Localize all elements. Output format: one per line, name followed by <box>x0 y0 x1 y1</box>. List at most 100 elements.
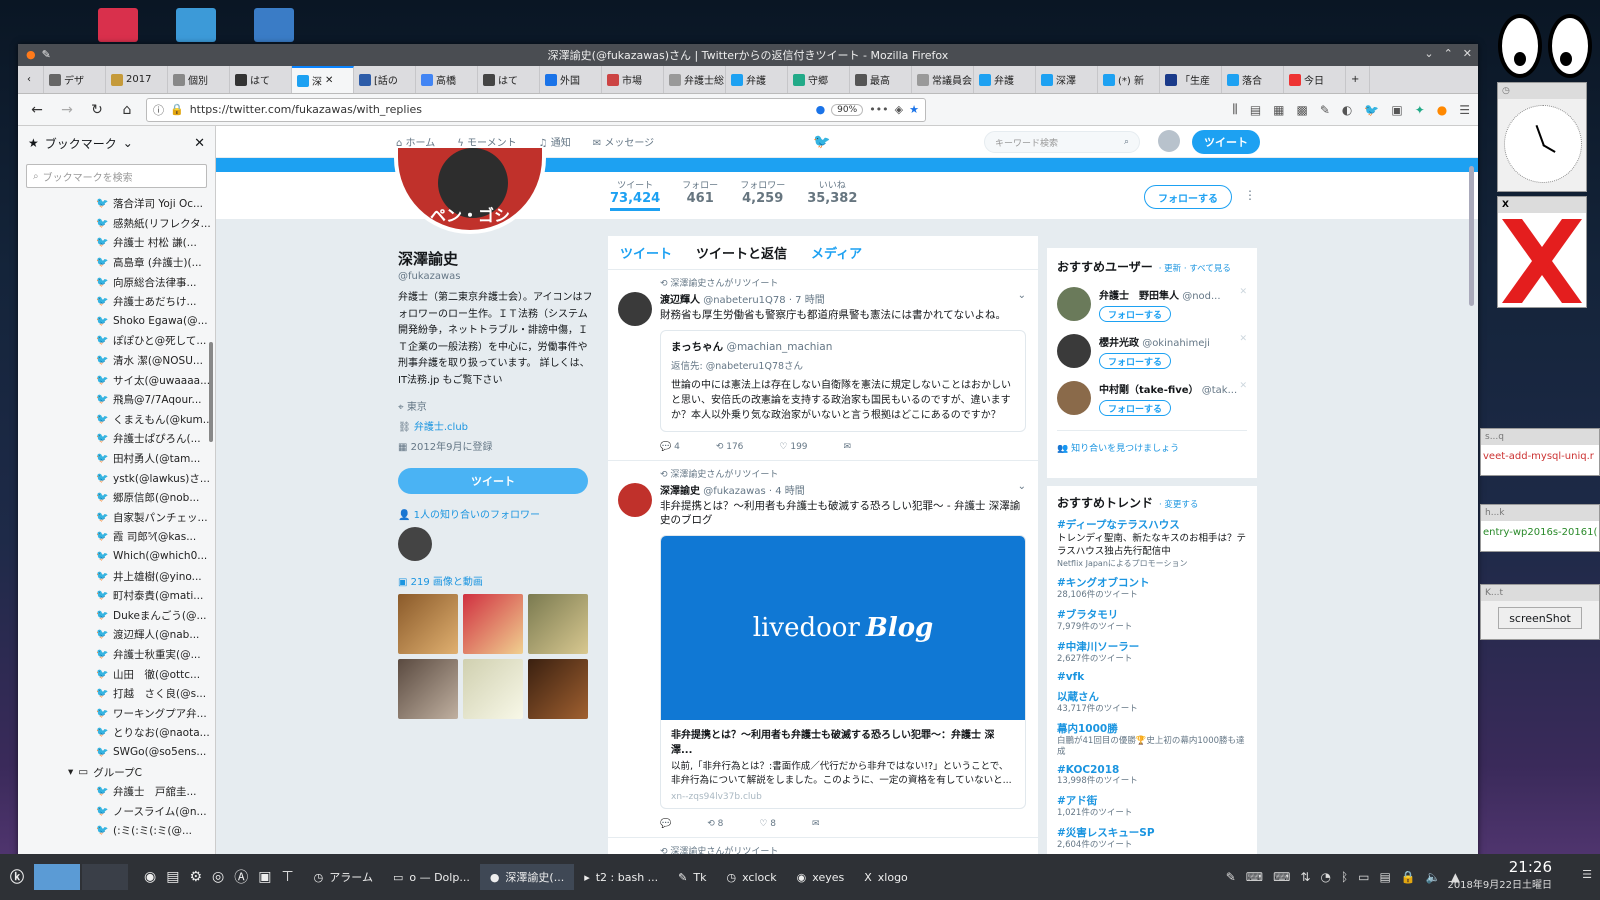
pager[interactable] <box>34 864 128 890</box>
trend-name[interactable]: #アド街 <box>1057 793 1247 808</box>
app-launcher-icon[interactable]: ◉ <box>144 869 156 885</box>
bookmark-item[interactable]: 🐦 弁護士あだちけ... <box>18 292 215 312</box>
bookmark-item[interactable]: 🐦 田村勇人(@tam... <box>18 449 215 469</box>
profile-website[interactable]: ⛓ 弁護士.club <box>398 418 594 438</box>
xlogo-titlebar[interactable]: X <box>1498 197 1586 213</box>
quicklaunch-icons[interactable]: ◉ ▤ ⚙ ◎ Ⓐ ▣ ⊤ <box>134 864 304 890</box>
tk-window-3[interactable]: K...t screenShot <box>1480 584 1600 640</box>
chevron-down-icon[interactable]: ⌄ <box>123 136 133 150</box>
reload-icon[interactable]: ↻ <box>86 99 108 121</box>
profile-name[interactable]: 深澤諭史 <box>398 248 594 269</box>
tab-12[interactable]: 守郷 <box>788 66 850 93</box>
tk-titlebar-1[interactable]: s...q <box>1481 429 1599 445</box>
bookmark-item[interactable]: 🐦 (:ミ(:ミ(:ミ(@... <box>18 821 215 841</box>
network-icon[interactable]: ⇅ <box>1300 870 1310 884</box>
tab-4[interactable]: 深 ✕ <box>292 66 354 93</box>
bookmark-item[interactable]: 🐦 霞 司郎⁵⁄(@kas... <box>18 527 215 547</box>
bookmark-item[interactable]: 🐦 感熱紙(リフレクタ... <box>18 214 215 234</box>
bookmark-item[interactable]: 🐦 弁護士秋重実(@... <box>18 645 215 665</box>
bookmark-item[interactable]: 🐦 打越 さく良(@s... <box>18 684 215 704</box>
tweet[interactable]: ⟲ 深澤諭史さんがリツイート ⌄ 深澤諭史 @fukazawas · 4 時間 … <box>608 461 1038 838</box>
tab-10[interactable]: 弁護士総 <box>664 66 726 93</box>
lock-icon[interactable]: 🔒 <box>1401 870 1416 884</box>
tweet-menu-icon[interactable]: ⌄ <box>1018 481 1026 492</box>
taskbar-task[interactable]: ◷ xclock <box>716 864 786 890</box>
profile-tweet-button[interactable]: ツイート <box>398 467 588 494</box>
recommended-user-avatar[interactable] <box>1057 334 1091 368</box>
library-icon[interactable]: ⫼ <box>1232 102 1238 117</box>
bookmark-item[interactable]: 🐦 ystk(@lawkus)さ... <box>18 468 215 488</box>
bookmark-star-icon[interactable]: ★ <box>909 103 919 116</box>
search-icon[interactable]: ⌕ <box>1124 137 1129 147</box>
retweet-button[interactable]: ⟲ 8 <box>707 819 723 829</box>
pin-icon[interactable]: ⊤ <box>281 869 293 885</box>
nav-messages[interactable]: ✉ メッセージ <box>593 134 654 149</box>
bookmark-item[interactable]: 🐦 サイ太(@uwaaaa... <box>18 370 215 390</box>
dm-button[interactable]: ✉ <box>812 819 820 829</box>
recommended-user[interactable]: 櫻井光政 @okinahimeji フォローする ✕ <box>1057 334 1247 369</box>
tab-9[interactable]: 市場 <box>602 66 664 93</box>
bookmark-item[interactable]: 🐦 郷原信郎(@nob... <box>18 488 215 508</box>
zoom-level[interactable]: 90% <box>831 103 864 116</box>
tab-15[interactable]: 弁護 <box>974 66 1036 93</box>
xeyes-window[interactable] <box>1494 8 1598 78</box>
tab-0[interactable]: デザ <box>44 66 106 93</box>
nav-notifications[interactable]: ♫ 通知 <box>539 134 571 149</box>
taskbar-task[interactable]: ✎ Tk <box>668 864 716 890</box>
tab-20[interactable]: 今日 <box>1284 66 1346 93</box>
xlogo-window[interactable]: X <box>1497 196 1587 308</box>
taskbar-task[interactable]: ▭ o — Dolp... <box>383 864 480 890</box>
pen-icon[interactable]: ✎ <box>1226 870 1236 884</box>
like-button[interactable]: ♡ 8 <box>759 819 776 829</box>
more-options-icon[interactable]: ⋮ <box>1244 188 1256 202</box>
sidebar-icon[interactable]: ▤ <box>1250 103 1261 117</box>
taskbar-task[interactable]: ◷ アラーム <box>304 864 383 890</box>
tab-tweets-replies[interactable]: ツイートと返信 <box>696 243 787 262</box>
profile-stat[interactable]: いいね 35,382 <box>807 178 857 211</box>
trend-name[interactable]: #ブラタモリ <box>1057 607 1247 622</box>
trend-name[interactable]: #災害レスキューSP <box>1057 825 1247 840</box>
page-scrollbar[interactable] <box>1469 166 1474 306</box>
swirl-icon[interactable]: ◎ <box>212 869 224 885</box>
bookmark-item[interactable]: 🐦 SWGo(@so5ens... <box>18 743 215 763</box>
bookmark-item[interactable]: 🐦 向原総合法律事... <box>18 272 215 292</box>
reply-button[interactable]: 💬 4 <box>660 442 680 452</box>
profile-stat[interactable]: ツイート 73,424 <box>610 178 661 211</box>
tk-entry-2[interactable]: entry-wp2016s-20161( <box>1481 521 1599 544</box>
bookmark-folder[interactable]: ▾ ▭ グループC <box>18 762 215 782</box>
tweet-author-handle[interactable]: @fukazawas <box>703 486 766 497</box>
pocket-icon[interactable]: ◈ <box>895 103 903 116</box>
recommended-follow-button[interactable]: フォローする <box>1099 306 1171 322</box>
profile-stat[interactable]: フォロワー 4,259 <box>740 178 785 211</box>
media-link[interactable]: ▣ 219 画像と動画 <box>398 573 594 588</box>
dm-button[interactable]: ✉ <box>844 442 852 452</box>
recommended-user-name-row[interactable]: 中村剛（take-five） @tak... <box>1099 381 1249 396</box>
bookmark-item[interactable]: 🐦 飛鳥@7/7Aqour... <box>18 390 215 410</box>
tabs-scroll-left[interactable]: ‹ <box>22 66 44 93</box>
profile-stat[interactable]: フォロー 461 <box>682 178 718 211</box>
home-desktop-icon[interactable] <box>176 8 216 42</box>
tab-2[interactable]: 個別 <box>168 66 230 93</box>
trash-desktop-icon[interactable] <box>98 8 138 42</box>
followers-you-know-link[interactable]: 👤 1人の知り合いのフォロワー <box>398 506 594 521</box>
profile-handle[interactable]: @fukazawas <box>398 271 594 282</box>
trend-item[interactable]: #KOC2018 13,998件のツイート <box>1057 764 1247 787</box>
profile-avatar[interactable]: ペン・ゴシ <box>394 148 546 234</box>
toggle-icon[interactable]: ● <box>816 103 826 116</box>
info-icon[interactable]: ⓘ <box>153 102 164 118</box>
tab-6[interactable]: 高橋 <box>416 66 478 93</box>
sidebar-scrollbar[interactable] <box>209 342 213 442</box>
bookmark-item[interactable]: 🐦 渡辺輝人(@nab... <box>18 625 215 645</box>
follow-button[interactable]: フォローする <box>1144 185 1232 209</box>
bluetooth-icon[interactable]: ᛒ <box>1341 870 1348 884</box>
nav-moments[interactable]: ϟ モーメント <box>457 134 516 149</box>
media-thumb[interactable] <box>398 658 458 719</box>
trends-change-link[interactable]: · 変更する <box>1159 498 1198 510</box>
close-icon[interactable]: ✕ <box>1463 47 1472 60</box>
bookmark-item[interactable]: 🐦 弁護士 戸舘圭... <box>18 782 215 802</box>
close-tab-icon[interactable]: ✕ <box>325 75 333 86</box>
xclock-window[interactable]: ◷ <box>1497 82 1587 192</box>
folder-desktop-icon[interactable] <box>254 8 294 42</box>
pen-icon[interactable]: ✎ <box>1320 103 1330 117</box>
tab-17[interactable]: (*) 新 <box>1098 66 1160 93</box>
